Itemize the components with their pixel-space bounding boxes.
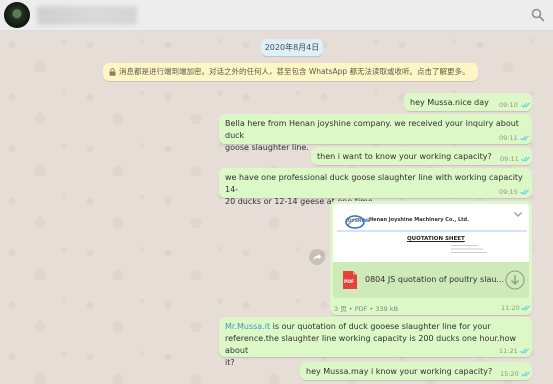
message-bubble[interactable]: we have one professional duck goose slau… bbox=[219, 168, 532, 206]
message-bubble[interactable]: Bella here from Henan joyshine company. … bbox=[219, 114, 532, 152]
message-bubble[interactable]: hey Mussa.nice day 09:10 bbox=[404, 93, 532, 111]
message-line: goose slaughter line. bbox=[225, 143, 309, 152]
document-pages: 3 页 bbox=[334, 305, 347, 313]
date-separator: 2020年8月4日 bbox=[261, 39, 323, 56]
read-ticks-icon bbox=[520, 348, 529, 354]
message-time: 09:10 bbox=[499, 101, 518, 109]
read-ticks-icon bbox=[521, 102, 530, 108]
message-bubble[interactable]: then i want to know your working capacit… bbox=[311, 147, 532, 165]
forward-icon bbox=[313, 253, 321, 260]
read-ticks-icon bbox=[521, 371, 530, 377]
document-size: 339 kB bbox=[375, 305, 399, 313]
mention-link[interactable]: Mr.Mussa.it bbox=[225, 322, 270, 331]
forward-button[interactable] bbox=[309, 249, 325, 265]
document-company-name: Henan Joyshine Machinery Co., Ltd. bbox=[369, 217, 470, 223]
read-ticks-icon bbox=[520, 135, 529, 141]
encryption-notice[interactable]: 消息都是进行端到端加密。对话之外的任何人，甚至包含 WhatsApp 都无法读取… bbox=[103, 63, 478, 81]
document-file-bar[interactable]: PDF 0804 JS quotation of poultry slau... bbox=[333, 262, 529, 298]
message-line: Bella here from Henan joyshine company. … bbox=[225, 119, 519, 140]
document-thumbnail bbox=[333, 204, 529, 262]
document-preview[interactable]: JOYSHINE Henan Joyshine Machinery Co., L… bbox=[333, 204, 529, 262]
document-logo-text: JOYSHINE bbox=[346, 219, 371, 224]
message-time: 15:20 bbox=[500, 370, 519, 378]
message-time: 09:11 bbox=[499, 134, 518, 142]
message-line: is our quotation of duck gooese slaughte… bbox=[270, 322, 491, 331]
search-icon[interactable] bbox=[531, 8, 545, 22]
read-ticks-icon bbox=[520, 189, 529, 195]
message-time: 11:21 bbox=[499, 347, 518, 355]
document-type: PDF bbox=[354, 305, 368, 313]
document-meta: 3 页 • PDF • 339 kB bbox=[334, 305, 399, 313]
message-text: hey Mussa.may i know your working capaci… bbox=[306, 367, 493, 376]
message-line: reference.the slaughter line working cap… bbox=[225, 334, 517, 355]
encryption-notice-text: 消息都是进行端到端加密。对话之外的任何人，甚至包含 WhatsApp 都无法读取… bbox=[119, 67, 470, 76]
message-bubble[interactable]: Mr.Mussa.it is our quotation of duck goo… bbox=[219, 317, 532, 367]
document-sheet-title: QUOTATION SHEET bbox=[407, 236, 465, 242]
chevron-down-icon[interactable] bbox=[510, 206, 526, 222]
message-time: 11:20 bbox=[501, 304, 520, 312]
document-message[interactable]: JOYSHINE Henan Joyshine Machinery Co., L… bbox=[330, 201, 532, 315]
message-text: hey Mussa.nice day bbox=[410, 98, 489, 107]
message-line: we have one professional duck goose slau… bbox=[225, 173, 523, 194]
chat-header bbox=[0, 0, 553, 31]
message-time: 09:11 bbox=[500, 155, 519, 163]
message-time: 09:15 bbox=[499, 188, 518, 196]
read-ticks-icon bbox=[521, 156, 530, 162]
download-icon[interactable] bbox=[505, 270, 525, 290]
document-file-name: 0804 JS quotation of poultry slau... bbox=[365, 275, 505, 284]
message-line: it? bbox=[225, 358, 235, 367]
contact-name-blurred[interactable] bbox=[37, 6, 137, 25]
lock-icon bbox=[109, 68, 116, 76]
message-bubble[interactable]: hey Mussa.may i know your working capaci… bbox=[300, 362, 532, 380]
message-text: then i want to know your working capacit… bbox=[317, 152, 492, 161]
pdf-badge-text: PDF bbox=[344, 280, 355, 285]
read-ticks-icon bbox=[521, 305, 530, 311]
contact-avatar[interactable] bbox=[4, 2, 30, 28]
